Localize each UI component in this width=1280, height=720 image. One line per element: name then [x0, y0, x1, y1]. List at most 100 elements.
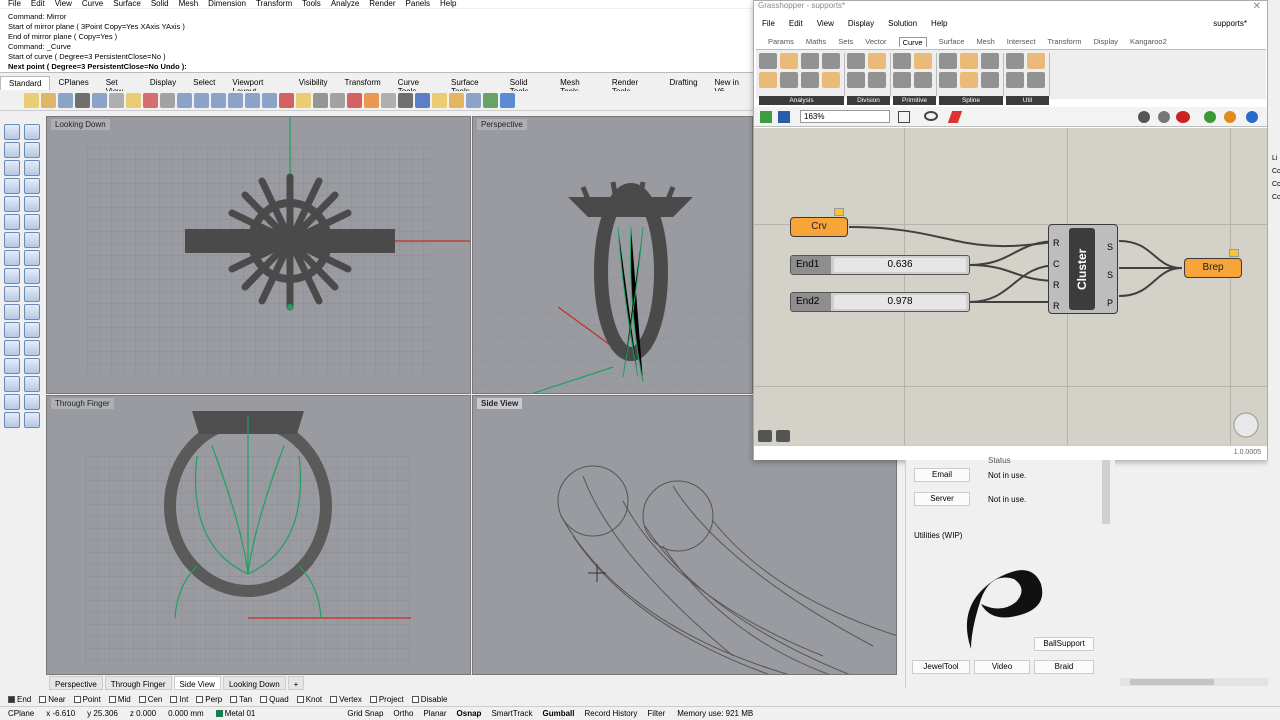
gh-tab-display[interactable]: Display	[1093, 37, 1118, 47]
gh-component-icon[interactable]	[981, 72, 999, 88]
grasshopper-window[interactable]: Grasshopper - supports* ✕ File Edit View Di…	[753, 0, 1268, 460]
osnap-mid[interactable]: Mid	[108, 695, 131, 704]
toolbar-tool-icon[interactable]	[466, 93, 481, 108]
viewport-tab-looking-down[interactable]: Looking Down	[222, 676, 286, 690]
left-tool-icon[interactable]	[4, 358, 20, 374]
osnap-end[interactable]: End	[8, 695, 31, 704]
zoom-extents-icon[interactable]	[898, 111, 910, 123]
toolbar-tab-viewport-layout[interactable]: Viewport Layout	[224, 76, 290, 96]
display-mode-icon[interactable]	[1246, 111, 1258, 123]
gh-tab-vector[interactable]: Vector	[865, 37, 886, 47]
osnap-checkbox[interactable]	[8, 695, 15, 703]
viewport-perspective[interactable]: Perspective	[472, 116, 753, 394]
left-tool-icon[interactable]	[24, 124, 40, 140]
osnap-near[interactable]: Near	[39, 695, 66, 704]
ballsupport-button[interactable]: BallSupport	[1034, 637, 1094, 651]
toolbar-tool-icon[interactable]	[92, 93, 107, 108]
menu-item-solid[interactable]: Solid	[151, 0, 169, 8]
gh-component-icon[interactable]	[759, 53, 777, 69]
toolbar-tab-surface-tools[interactable]: Surface Tools	[443, 76, 502, 96]
crv-param-node[interactable]: Crv	[790, 217, 848, 237]
left-tool-icon[interactable]	[4, 394, 20, 410]
osnap-checkbox[interactable]	[260, 695, 268, 703]
menu-item-analyze[interactable]: Analyze	[331, 0, 359, 8]
gh-menu-solution[interactable]: Solution	[888, 19, 917, 28]
toolbar-tab-drafting[interactable]: Drafting	[662, 76, 707, 90]
menu-item-panels[interactable]: Panels	[406, 0, 430, 8]
osnap-quad[interactable]: Quad	[260, 695, 289, 704]
toolbar-tool-icon[interactable]	[143, 93, 158, 108]
toolbar-tab-standard[interactable]: Standard	[0, 76, 51, 90]
menu-item-render[interactable]: Render	[369, 0, 395, 8]
toolbar-tool-icon[interactable]	[364, 93, 379, 108]
gh-tab-maths[interactable]: Maths	[806, 37, 826, 47]
gh-tab-curve[interactable]: Curve	[898, 37, 927, 47]
left-tool-icon[interactable]	[24, 214, 40, 230]
toolbar-tool-icon[interactable]	[500, 93, 515, 108]
toolbar-tab-solid-tools[interactable]: Solid Tools	[502, 76, 552, 96]
left-tool-icon[interactable]	[4, 196, 20, 212]
gh-component-icon[interactable]	[759, 72, 777, 88]
toolbar-tool-icon[interactable]	[262, 93, 277, 108]
add-viewport-tab-button[interactable]: +	[287, 676, 305, 690]
slider-value[interactable]: 0.636	[834, 258, 966, 272]
left-tool-icon[interactable]	[24, 322, 40, 338]
toolbar-tool-icon[interactable]	[279, 93, 294, 108]
osnap-checkbox[interactable]	[369, 695, 377, 703]
preview-eye-icon[interactable]	[924, 111, 938, 121]
left-tool-icon[interactable]	[24, 250, 40, 266]
left-tool-icon[interactable]	[4, 268, 20, 284]
menu-item-mesh[interactable]: Mesh	[179, 0, 199, 8]
toolbar-tool-icon[interactable]	[330, 93, 345, 108]
left-tool-icon[interactable]	[24, 358, 40, 374]
shaded-preview-icon[interactable]	[1158, 111, 1170, 123]
gh-tab-surface[interactable]: Surface	[939, 37, 965, 47]
gh-tab-kangaroo2[interactable]: Kangaroo2	[1130, 37, 1167, 47]
left-tool-icon[interactable]	[4, 340, 20, 356]
gh-component-icon[interactable]	[1027, 72, 1045, 88]
toolbar-tool-icon[interactable]	[313, 93, 328, 108]
toolbar-tool-icon[interactable]	[296, 93, 311, 108]
osnap-checkbox[interactable]	[330, 695, 338, 703]
menu-item-view[interactable]: View	[55, 0, 72, 8]
gh-component-icon[interactable]	[939, 72, 957, 88]
viewport-through-finger[interactable]: Through Finger	[46, 395, 471, 675]
osnap-knot[interactable]: Knot	[296, 695, 322, 704]
left-tool-icon[interactable]	[24, 340, 40, 356]
gh-component-icon[interactable]	[960, 53, 978, 69]
bake-icon[interactable]	[1204, 111, 1216, 123]
osnap-point[interactable]: Point	[73, 695, 101, 704]
left-tool-icon[interactable]	[24, 376, 40, 392]
toolbar-tab-transform[interactable]: Transform	[337, 76, 390, 90]
viewport-tab-perspective[interactable]: Perspective	[49, 676, 103, 690]
status-toggle-grid-snap[interactable]: Grid Snap	[347, 709, 383, 718]
selected-preview-icon[interactable]	[1176, 111, 1190, 123]
osnap-checkbox[interactable]	[196, 695, 204, 703]
status-toggle-ortho[interactable]: Ortho	[393, 709, 413, 718]
slider-value[interactable]: 0.978	[834, 295, 966, 309]
viewport-tab-side-view[interactable]: Side View	[173, 676, 221, 690]
gh-component-icon[interactable]	[914, 72, 932, 88]
left-tool-icon[interactable]	[4, 124, 20, 140]
left-tool-icon[interactable]	[24, 286, 40, 302]
gh-component-icon[interactable]	[893, 53, 911, 69]
toolbar-tab-select[interactable]: Select	[185, 76, 224, 90]
left-tool-icon[interactable]	[4, 232, 20, 248]
gh-component-icon[interactable]	[868, 72, 886, 88]
osnap-cen[interactable]: Cen	[138, 695, 162, 704]
open-file-icon[interactable]	[760, 111, 772, 123]
left-tool-icon[interactable]	[4, 304, 20, 320]
toolbar-tab-visibility[interactable]: Visibility	[291, 76, 337, 90]
osnap-disable[interactable]: Disable	[411, 695, 447, 704]
gh-tab-transform[interactable]: Transform	[1048, 37, 1082, 47]
gh-download-icon[interactable]	[776, 430, 790, 442]
right-panel-tab[interactable]: Li	[1272, 155, 1277, 162]
right-panel-tab[interactable]: Co	[1272, 194, 1280, 201]
osnap-tan[interactable]: Tan	[230, 695, 252, 704]
gh-component-icon[interactable]	[780, 53, 798, 69]
toolbar-tool-icon[interactable]	[398, 93, 413, 108]
status-toggle-osnap[interactable]: Osnap	[457, 709, 482, 718]
menu-item-file[interactable]: File	[8, 0, 21, 8]
menu-item-surface[interactable]: Surface	[113, 0, 141, 8]
horizontal-scrollbar[interactable]	[1120, 678, 1280, 686]
